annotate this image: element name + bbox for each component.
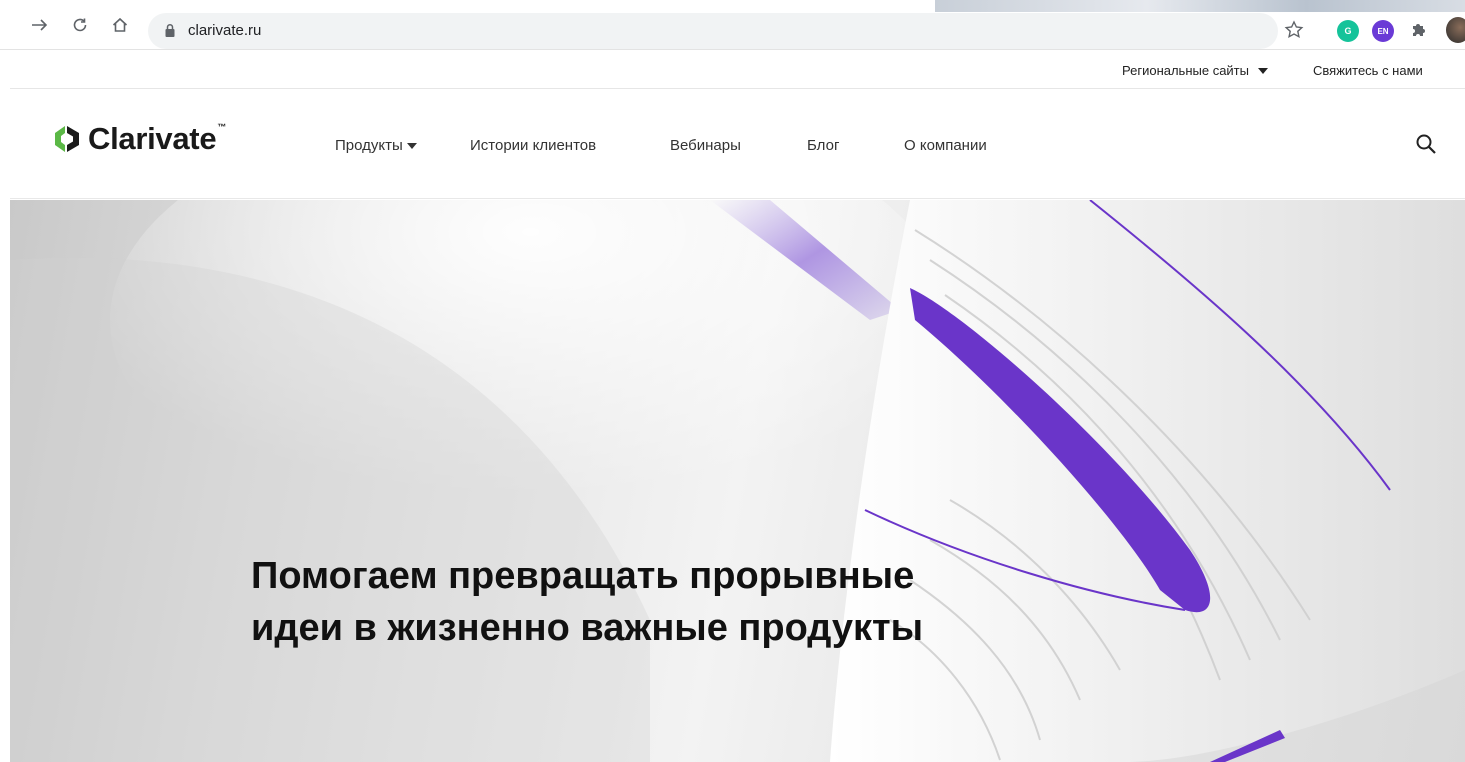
arrow-right-icon <box>32 19 48 31</box>
utility-nav: Региональные сайты Свяжитесь с нами <box>10 51 1465 89</box>
nav-about[interactable]: О компании <box>904 137 987 154</box>
language-extension-icon[interactable]: EN <box>1372 20 1394 42</box>
regional-sites-label: Региональные сайты <box>1122 63 1249 78</box>
extension-label: G <box>1344 26 1352 36</box>
puzzle-extensions-icon[interactable] <box>1409 20 1429 40</box>
caret-down-icon <box>406 142 417 149</box>
url-text: clarivate.ru <box>188 22 262 39</box>
nav-blog[interactable]: Блог <box>807 137 839 154</box>
background-window-fragment <box>935 0 1465 12</box>
address-bar[interactable]: clarivate.ru <box>148 13 1278 49</box>
profile-avatar[interactable] <box>1446 17 1465 43</box>
home-button[interactable] <box>108 13 132 37</box>
grammarly-extension-icon[interactable]: G <box>1337 20 1359 42</box>
hero-headline: Помогаем превращать прорывные идеи в жиз… <box>251 550 1051 654</box>
nav-webinars[interactable]: Вебинары <box>670 137 741 154</box>
reload-button[interactable] <box>68 13 92 37</box>
browser-toolbar: clarivate.ru G EN <box>0 0 1465 50</box>
hero-headline-line-2: идеи в жизненно важные продукты <box>251 607 924 649</box>
lock-icon <box>165 23 175 37</box>
hero-headline-line-1: Помогаем превращать прорывные <box>251 555 915 597</box>
hero-abstract-graphic <box>10 200 1465 762</box>
logo-trademark: ™ <box>217 122 227 132</box>
logo-wordmark: Clarivate <box>88 121 217 156</box>
search-icon[interactable] <box>1415 133 1437 155</box>
caret-down-icon <box>1258 67 1268 74</box>
nav-customer-stories[interactable]: Истории клиентов <box>470 137 596 154</box>
clarivate-logo-mark-icon <box>55 126 79 152</box>
bookmark-star-icon[interactable] <box>1284 20 1304 40</box>
clarivate-logo[interactable]: Clarivate ™ <box>52 121 226 157</box>
nav-products[interactable]: Продукты <box>335 137 417 154</box>
home-icon <box>112 17 128 32</box>
extension-label: EN <box>1377 26 1389 36</box>
regional-sites-dropdown[interactable]: Региональные сайты <box>1122 63 1268 78</box>
contact-us-link[interactable]: Свяжитесь с нами <box>1313 63 1423 78</box>
forward-button[interactable] <box>28 13 52 37</box>
nav-products-label: Продукты <box>335 137 403 154</box>
hero-banner: Помогаем превращать прорывные идеи в жиз… <box>10 200 1465 762</box>
reload-icon <box>73 18 87 32</box>
site-header: Clarivate ™ Продукты Истории клиентов Ве… <box>10 89 1465 199</box>
